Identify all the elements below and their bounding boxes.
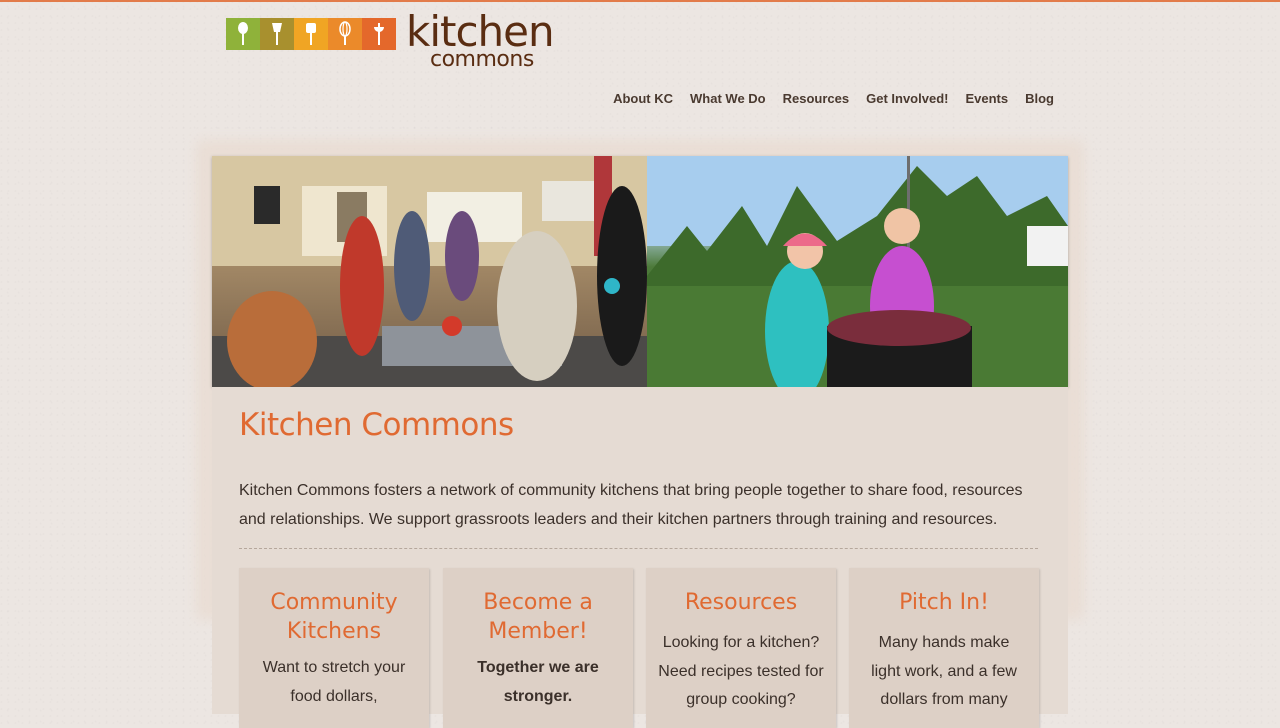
spatula-icon	[294, 18, 328, 50]
card-pitch-in[interactable]: Pitch In! Many hands make light work, an…	[849, 568, 1039, 728]
nav-resources[interactable]: Resources	[783, 91, 849, 106]
garden-harvest-photo	[647, 156, 1068, 387]
nav-events[interactable]: Events	[965, 91, 1008, 106]
brush-icon	[260, 18, 294, 50]
card-resources[interactable]: Resources Looking for a kitchen? Need re…	[646, 568, 836, 728]
main-content: Kitchen Commons Kitchen Commons fosters …	[212, 387, 1068, 728]
logo-tiles	[226, 18, 396, 50]
main-nav: About KC What We Do Resources Get Involv…	[613, 91, 1054, 106]
nav-about-kc[interactable]: About KC	[613, 91, 673, 106]
intro-paragraph: Kitchen Commons fosters a network of com…	[239, 482, 1023, 528]
page-title: Kitchen Commons	[239, 407, 514, 443]
site-logo[interactable]: kitchen commons	[226, 11, 555, 72]
card-text: Many hands make light work, and a few do…	[871, 634, 1017, 708]
nav-get-involved[interactable]: Get Involved!	[866, 91, 948, 106]
card-title[interactable]: Community Kitchens	[269, 588, 399, 646]
card-title[interactable]: Resources	[646, 588, 836, 617]
card-become-member[interactable]: Become a Member! Together we are stronge…	[443, 568, 633, 728]
card-text: Want to stretch your food dollars,	[262, 659, 406, 705]
whisk-icon	[328, 18, 362, 50]
card-community-kitchens[interactable]: Community Kitchens Want to stretch your …	[239, 568, 429, 728]
community-kitchen-photo	[212, 156, 647, 387]
card-title[interactable]: Become a Member!	[473, 588, 603, 646]
ladle-icon	[362, 18, 396, 50]
card-title[interactable]: Pitch In!	[849, 588, 1039, 617]
section-divider	[239, 548, 1038, 549]
card-text: Looking for a kitchen? Need recipes test…	[658, 634, 824, 708]
logo-wordmark-commons: commons	[430, 47, 534, 72]
spoon-icon	[226, 18, 260, 50]
top-accent-rule	[0, 0, 1280, 2]
nav-what-we-do[interactable]: What We Do	[690, 91, 766, 106]
nav-blog[interactable]: Blog	[1025, 91, 1054, 106]
hero-banner	[212, 156, 1068, 387]
card-text: Together we are stronger.	[477, 659, 599, 705]
